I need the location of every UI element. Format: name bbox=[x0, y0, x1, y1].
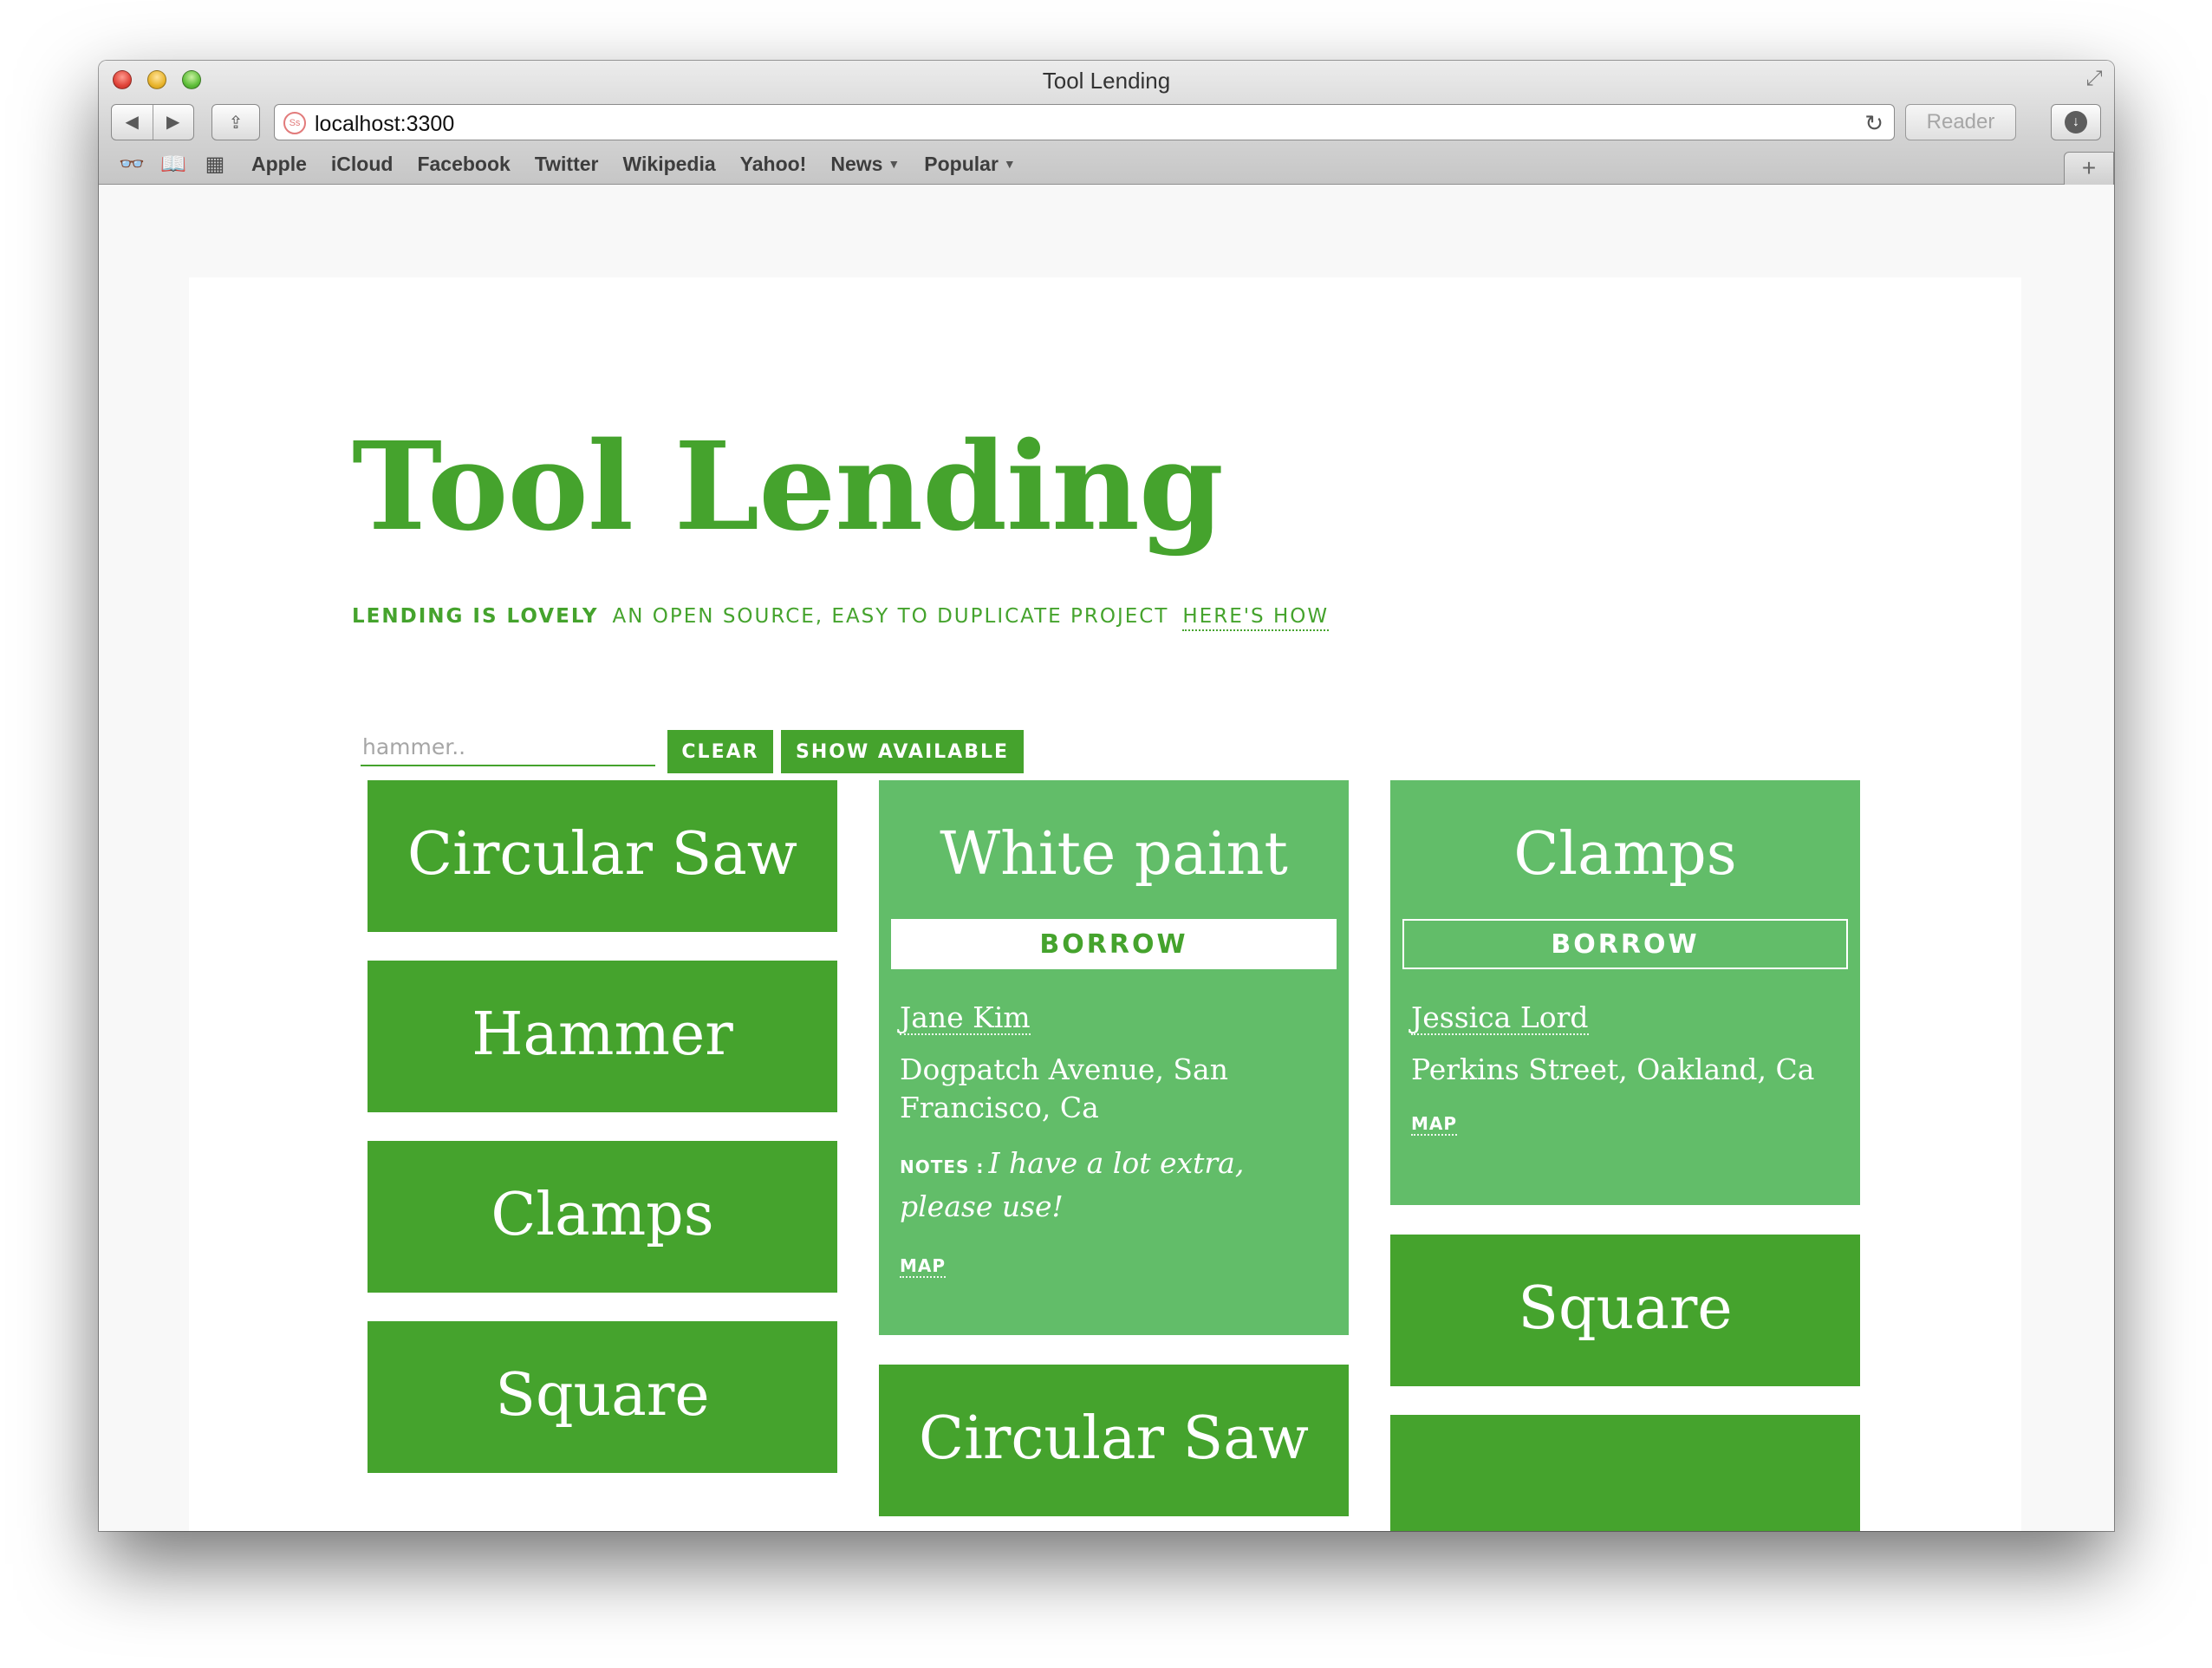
tool-card-hammer[interactable]: Hammer bbox=[368, 961, 837, 1112]
window-title: Tool Lending bbox=[1042, 68, 1171, 94]
tool-title[interactable]: Clamps bbox=[1390, 780, 1860, 884]
tool-title: Circular Saw bbox=[919, 1404, 1309, 1473]
page-viewport: Tool Lending LENDING IS LOVELY AN OPEN S… bbox=[99, 186, 2114, 1531]
tool-card-white-paint-expanded: White paint BORROW Jane Kim Dogpatch Ave… bbox=[879, 780, 1349, 1335]
borrow-button[interactable]: BORROW bbox=[891, 919, 1337, 969]
show-available-button[interactable]: SHOW AVAILABLE bbox=[781, 730, 1024, 773]
tool-title: Hammer bbox=[472, 1000, 733, 1069]
fullscreen-icon[interactable]: ⤢ bbox=[2081, 66, 2107, 92]
tool-card-circular-saw[interactable]: Circular Saw bbox=[879, 1365, 1349, 1516]
bookmark-popular-label: Popular bbox=[924, 152, 999, 175]
bookmark-news-label: News bbox=[830, 152, 883, 175]
tagline: LENDING IS LOVELY AN OPEN SOURCE, EASY T… bbox=[352, 605, 1330, 631]
share-icon: ⇪ bbox=[228, 113, 244, 133]
tool-title: Square bbox=[495, 1361, 710, 1430]
page-title: Tool Lending bbox=[352, 416, 1224, 558]
browser-window: Tool Lending ⤢ ◀ ▶ ⇪ Ss localhost:3300 ↻… bbox=[99, 61, 2114, 1531]
url-text[interactable]: localhost:3300 bbox=[315, 112, 454, 137]
borrow-button[interactable]: BORROW bbox=[1402, 919, 1848, 969]
search-input[interactable] bbox=[361, 728, 655, 766]
browser-toolbar: ◀ ▶ ⇪ Ss localhost:3300 ↻ Reader ↓ bbox=[99, 101, 2114, 142]
site-favicon: Ss bbox=[283, 112, 306, 134]
bookmark-twitter[interactable]: Twitter bbox=[535, 153, 599, 176]
map-link[interactable]: MAP bbox=[1411, 1113, 1458, 1137]
heres-how-link[interactable]: HERE'S HOW bbox=[1182, 605, 1330, 631]
notes-label: NOTES : bbox=[900, 1157, 985, 1178]
title-bar: Tool Lending ⤢ bbox=[99, 61, 2114, 99]
tagline-text: AN OPEN SOURCE, EASY TO DUPLICATE PROJEC… bbox=[612, 605, 1169, 628]
download-icon: ↓ bbox=[2065, 111, 2087, 134]
share-button[interactable]: ⇪ bbox=[211, 104, 260, 140]
tool-title[interactable]: White paint bbox=[879, 780, 1349, 884]
tool-card-partial[interactable] bbox=[1390, 1415, 1860, 1531]
tool-card-clamps-expanded: Clamps BORROW Jessica Lord Perkins Stree… bbox=[1390, 780, 1860, 1205]
tool-title: Clamps bbox=[491, 1181, 714, 1249]
lender-address: Perkins Street, Oakland, Ca bbox=[1411, 1052, 1815, 1087]
bookmark-icloud[interactable]: iCloud bbox=[331, 153, 394, 176]
tool-card-clamps[interactable]: Clamps bbox=[368, 1141, 837, 1293]
address-bar[interactable]: Ss localhost:3300 ↻ bbox=[274, 104, 1895, 140]
chevron-down-icon: ▼ bbox=[888, 156, 901, 171]
bookmarks-bar: 👓 📖 ▦ Apple iCloud Facebook Twitter Wiki… bbox=[99, 145, 2114, 183]
bookmark-news-menu[interactable]: News ▼ bbox=[830, 153, 900, 176]
map-link[interactable]: MAP bbox=[900, 1255, 947, 1279]
clear-button[interactable]: CLEAR bbox=[667, 730, 773, 773]
downloads-button[interactable]: ↓ bbox=[2051, 104, 2101, 140]
page-container: Tool Lending LENDING IS LOVELY AN OPEN S… bbox=[189, 277, 2021, 1531]
bookmark-yahoo[interactable]: Yahoo! bbox=[740, 153, 807, 176]
tool-title: Circular Saw bbox=[407, 820, 797, 889]
back-forward-buttons: ◀ ▶ bbox=[111, 104, 194, 140]
lender-name-link[interactable]: Jessica Lord bbox=[1411, 1001, 1589, 1036]
forward-arrow-icon[interactable]: ▶ bbox=[152, 105, 194, 140]
bookmarks-book-icon[interactable]: 📖 bbox=[154, 152, 192, 177]
chevron-down-icon: ▼ bbox=[1003, 156, 1016, 171]
reload-icon[interactable]: ↻ bbox=[1864, 110, 1883, 137]
lender-details: Jane Kim Dogpatch Avenue, San Francisco,… bbox=[879, 969, 1349, 1279]
bookmark-apple[interactable]: Apple bbox=[251, 153, 307, 176]
lender-details: Jessica Lord Perkins Street, Oakland, Ca… bbox=[1390, 969, 1860, 1137]
bookmark-popular-menu[interactable]: Popular ▼ bbox=[924, 153, 1015, 176]
tool-card-circular-saw[interactable]: Circular Saw bbox=[368, 780, 837, 932]
tool-title: Square bbox=[1518, 1274, 1733, 1343]
reader-button[interactable]: Reader bbox=[1905, 104, 2016, 140]
bookmark-wikipedia[interactable]: Wikipedia bbox=[623, 153, 716, 176]
back-arrow-icon[interactable]: ◀ bbox=[112, 105, 153, 140]
bookmark-facebook[interactable]: Facebook bbox=[417, 153, 510, 176]
tagline-strong: LENDING IS LOVELY bbox=[352, 605, 599, 628]
notes: NOTES : I have a lot extra, please use! bbox=[900, 1144, 1328, 1231]
lender-address: Dogpatch Avenue, San Francisco, Ca bbox=[900, 1052, 1228, 1125]
top-sites-grid-icon[interactable]: ▦ bbox=[196, 152, 234, 177]
lender-name-link[interactable]: Jane Kim bbox=[900, 1001, 1031, 1036]
tool-card-square[interactable]: Square bbox=[368, 1321, 837, 1473]
new-tab-plus-icon[interactable]: + bbox=[2064, 152, 2114, 185]
reading-list-icon[interactable]: 👓 bbox=[113, 152, 151, 177]
browser-chrome: Tool Lending ⤢ ◀ ▶ ⇪ Ss localhost:3300 ↻… bbox=[99, 61, 2114, 185]
tool-card-square[interactable]: Square bbox=[1390, 1235, 1860, 1386]
